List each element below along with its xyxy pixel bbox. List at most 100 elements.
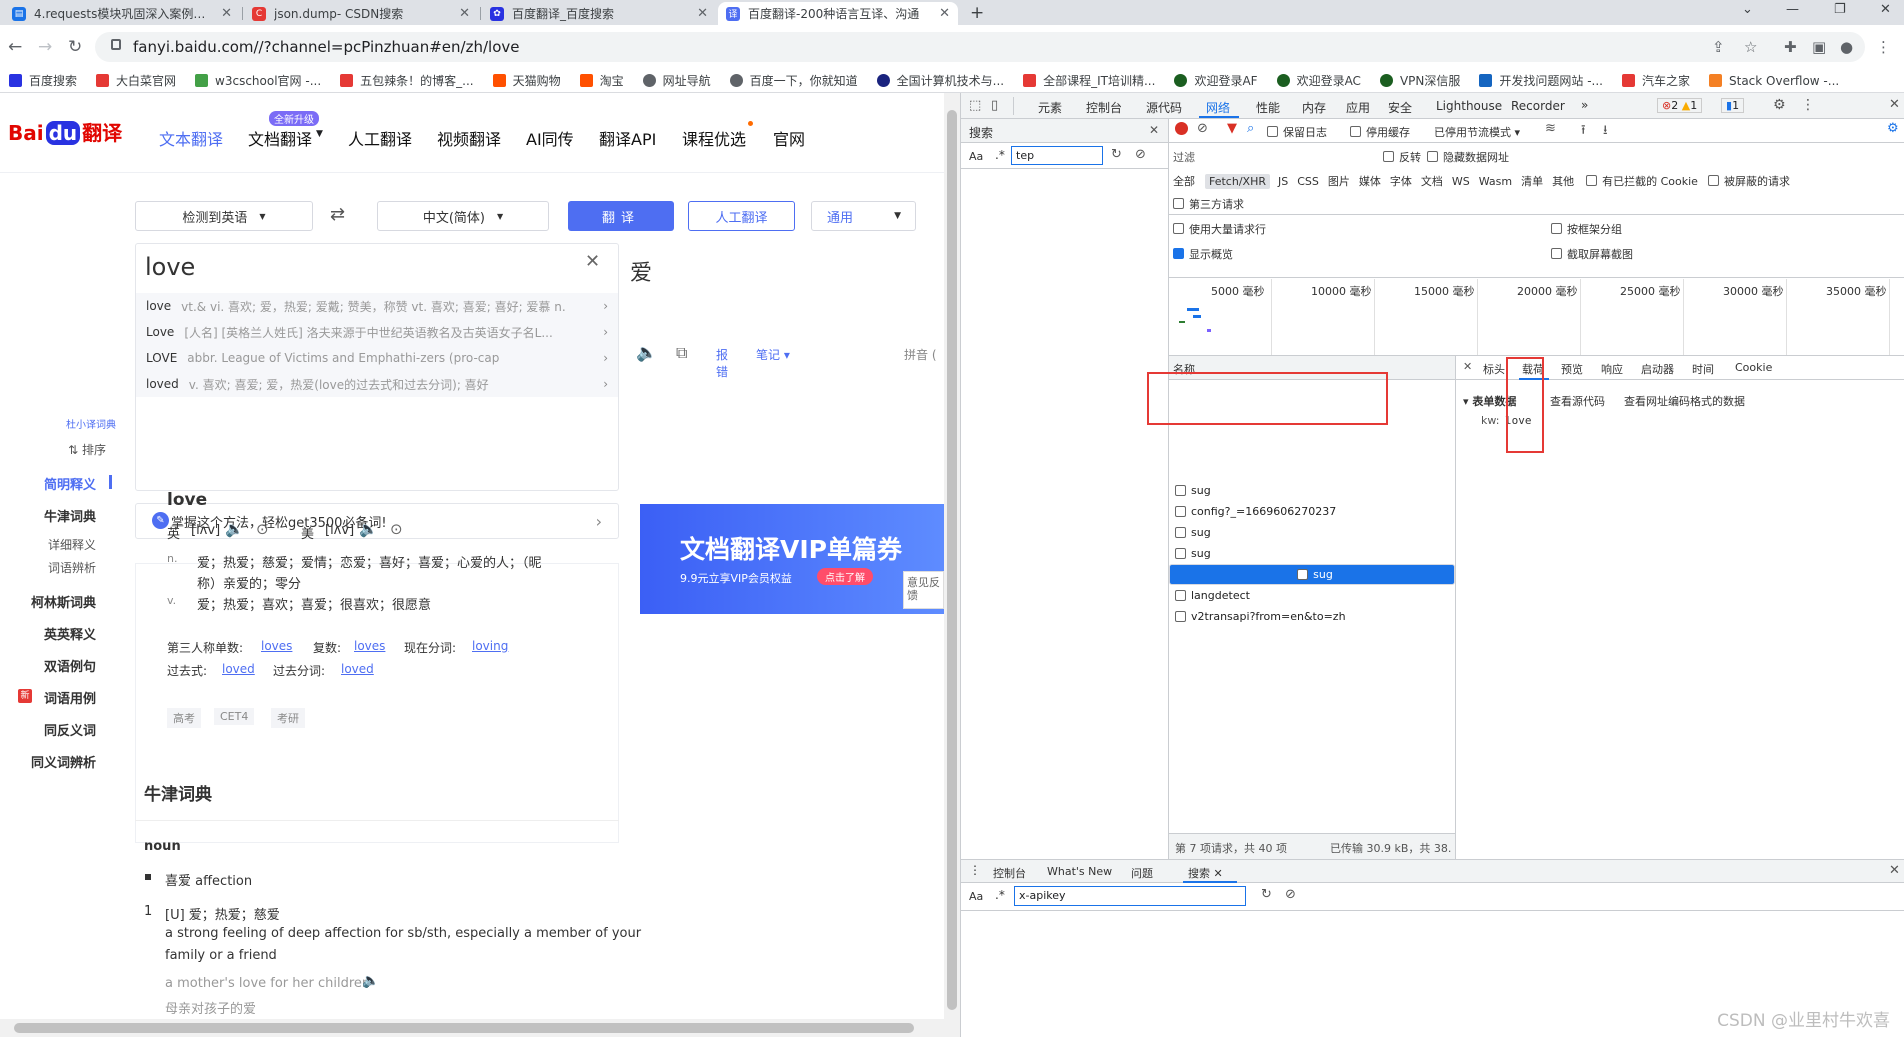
bookmark-item[interactable]: 网址导航 <box>642 72 711 89</box>
suggestion-item[interactable]: loved v. 喜欢; 喜爱; 爱，热爱(love的过去式和过去分词); 喜好 › <box>136 371 618 397</box>
inspect-element-icon[interactable]: ⬚ <box>969 98 981 113</box>
type-filter[interactable]: 全部 <box>1173 173 1195 189</box>
translate-button[interactable]: 翻译 <box>568 201 674 231</box>
domain-select[interactable]: 通用 ▼ <box>811 201 916 231</box>
type-filter[interactable]: 其他 <box>1552 173 1574 189</box>
form-link[interactable]: loves <box>354 639 385 653</box>
show-overview-checkbox[interactable]: 显示概览 <box>1173 246 1233 262</box>
regex-toggle-icon[interactable]: .* <box>995 888 1005 902</box>
close-devtools-icon[interactable]: ✕ <box>1889 97 1900 112</box>
new-tab-plus-icon[interactable]: + <box>970 3 984 23</box>
bookmark-item[interactable]: 全部课程_IT培训精... <box>1023 72 1155 89</box>
form-link[interactable]: loves <box>261 639 292 653</box>
drawer-menu-icon[interactable]: ⋮ <box>969 863 981 877</box>
bookmark-item[interactable]: 欢迎登录AF <box>1174 72 1258 89</box>
dict-nav-duxiaoyi[interactable]: 杜小译词典 <box>50 416 116 431</box>
human-translate-button[interactable]: 人工翻译 <box>688 201 795 231</box>
drawer-tab-search[interactable]: 搜索 ✕ <box>1188 865 1223 881</box>
type-filter[interactable]: 媒体 <box>1359 173 1381 189</box>
type-filter-active[interactable]: Fetch/XHR <box>1205 173 1270 189</box>
filter-input[interactable] <box>1197 145 1377 165</box>
dict-nav-analysis[interactable]: 词语辨析 <box>26 559 96 576</box>
forward-arrow-icon[interactable]: → <box>38 37 52 57</box>
nav-doc-translate[interactable]: 文档翻译 <box>248 126 312 150</box>
nav-human-translate[interactable]: 人工翻译 <box>348 126 412 150</box>
bookmark-item[interactable]: 百度一下，你就知道 <box>729 72 858 89</box>
tab-sources[interactable]: 源代码 <box>1146 99 1182 116</box>
tab-application[interactable]: 应用 <box>1346 99 1370 116</box>
nav-courses[interactable]: 课程优选 <box>682 126 746 150</box>
nav-ai-interpret[interactable]: AI同传 <box>526 126 574 150</box>
tab-memory[interactable]: 内存 <box>1302 99 1326 116</box>
target-language-select[interactable]: 中文(简体) ▼ <box>377 201 549 231</box>
tab-lighthouse[interactable]: Lighthouse <box>1436 99 1502 113</box>
form-link[interactable]: loving <box>472 639 508 653</box>
type-filter[interactable]: 字体 <box>1390 173 1412 189</box>
horizontal-scroll-thumb[interactable] <box>14 1023 914 1033</box>
bookmark-item[interactable]: 大白菜官网 <box>96 72 176 89</box>
source-language-select[interactable]: 检测到英语 ▼ <box>135 201 313 231</box>
dict-nav-detail[interactable]: 详细释义 <box>26 536 96 553</box>
report-error-link[interactable]: 报错 <box>716 346 728 380</box>
bookmark-item[interactable]: 淘宝 <box>579 72 624 89</box>
tab-recorder[interactable]: Recorder <box>1511 99 1565 113</box>
extensions-puzzle-icon[interactable]: ✚ <box>1784 38 1797 56</box>
third-party-checkbox[interactable]: 第三方请求 <box>1173 196 1244 212</box>
request-row[interactable]: sug <box>1169 480 1455 501</box>
request-row[interactable]: sug <box>1169 522 1455 543</box>
issues-counter[interactable]: ⊗2 ▲1 <box>1657 98 1703 113</box>
suggestion-item[interactable]: Love [人名] [英格兰人姓氏] 洛夫来源于中世纪英语教名及古英语女子名L..… <box>136 319 618 345</box>
nav-official[interactable]: 官网 <box>773 126 805 150</box>
share-icon[interactable]: ⇪ <box>1712 38 1725 56</box>
speaker-icon[interactable]: 🔈 <box>225 520 244 538</box>
bookmark-item[interactable]: 汽车之家 <box>1621 72 1690 89</box>
more-tabs-icon[interactable]: » <box>1581 98 1588 112</box>
search-input[interactable]: tep <box>1011 146 1103 165</box>
export-har-icon[interactable]: ⭳ <box>1603 121 1608 143</box>
dict-nav-synonym[interactable]: 同反义词 <box>26 720 96 739</box>
back-arrow-icon[interactable]: ← <box>8 37 22 57</box>
device-toolbar-icon[interactable]: ▯ <box>991 98 998 113</box>
close-drawer-icon[interactable]: ✕ <box>1889 863 1900 878</box>
window-close-icon[interactable]: ✕ <box>1880 2 1891 17</box>
group-by-frame-checkbox[interactable]: 按框架分组 <box>1551 221 1622 237</box>
network-settings-gear-icon[interactable]: ⚙ <box>1887 121 1899 136</box>
close-tab-icon[interactable]: ✕ <box>221 6 232 21</box>
close-tab-icon[interactable]: ✕ <box>939 6 950 21</box>
speaker-icon[interactable]: 🔈 <box>636 343 657 363</box>
close-tab-icon[interactable]: ✕ <box>459 6 470 21</box>
dict-nav-usage[interactable]: 词语用例 <box>26 688 96 707</box>
nav-api[interactable]: 翻译API <box>599 126 656 150</box>
note-link[interactable]: 笔记 ▾ <box>756 346 790 363</box>
form-link[interactable]: loved <box>341 662 374 676</box>
blocked-requests-checkbox[interactable]: 被屏蔽的请求 <box>1707 173 1790 189</box>
close-tab-icon[interactable]: ✕ <box>697 6 708 21</box>
follow-read-icon[interactable]: ⊙ <box>390 520 403 538</box>
bookmark-item[interactable]: 全国计算机技术与... <box>876 72 1004 89</box>
speaker-icon[interactable]: 🔈 <box>362 973 379 989</box>
menu-kebab-icon[interactable]: ⋮ <box>1876 38 1891 56</box>
dict-nav-en-en[interactable]: 英英释义 <box>26 624 96 643</box>
kebab-menu-icon[interactable]: ⋮ <box>1801 97 1815 113</box>
drawer-search-input[interactable]: x-apikey <box>1014 886 1246 906</box>
nav-text-translate[interactable]: 文本翻译 <box>159 126 223 150</box>
bookmark-item[interactable]: 五包辣条！的博客_... <box>340 72 474 89</box>
dict-nav-sort[interactable]: ⇅ 排序 <box>36 441 106 458</box>
type-filter[interactable]: JS <box>1278 175 1288 188</box>
bookmark-item[interactable]: VPN深信服 <box>1379 72 1460 89</box>
detail-tab-preview[interactable]: 预览 <box>1561 361 1583 377</box>
import-har-icon[interactable]: ⭱ <box>1581 121 1586 143</box>
restore-icon[interactable]: ❐ <box>1834 2 1846 17</box>
drawer-tab-issues[interactable]: 问题 <box>1131 865 1153 881</box>
request-row[interactable]: sug <box>1169 543 1455 564</box>
request-row[interactable]: v2transapi?from=en&to=zh <box>1169 606 1455 627</box>
view-url-encoded-link[interactable]: 查看网址编码格式的数据 <box>1624 393 1745 409</box>
blocked-cookies-checkbox[interactable]: 有已拦截的 Cookie <box>1586 173 1698 189</box>
close-detail-icon[interactable]: ✕ <box>1463 360 1472 373</box>
detail-tab-cookies[interactable]: Cookie <box>1735 361 1772 374</box>
vertical-scroll-thumb[interactable] <box>947 110 957 1010</box>
type-filter[interactable]: 文档 <box>1421 173 1443 189</box>
detail-tab-headers[interactable]: 标头 <box>1483 361 1505 377</box>
clear-search-icon[interactable]: ⊘ <box>1285 887 1296 902</box>
refresh-search-icon[interactable]: ↻ <box>1111 147 1122 162</box>
